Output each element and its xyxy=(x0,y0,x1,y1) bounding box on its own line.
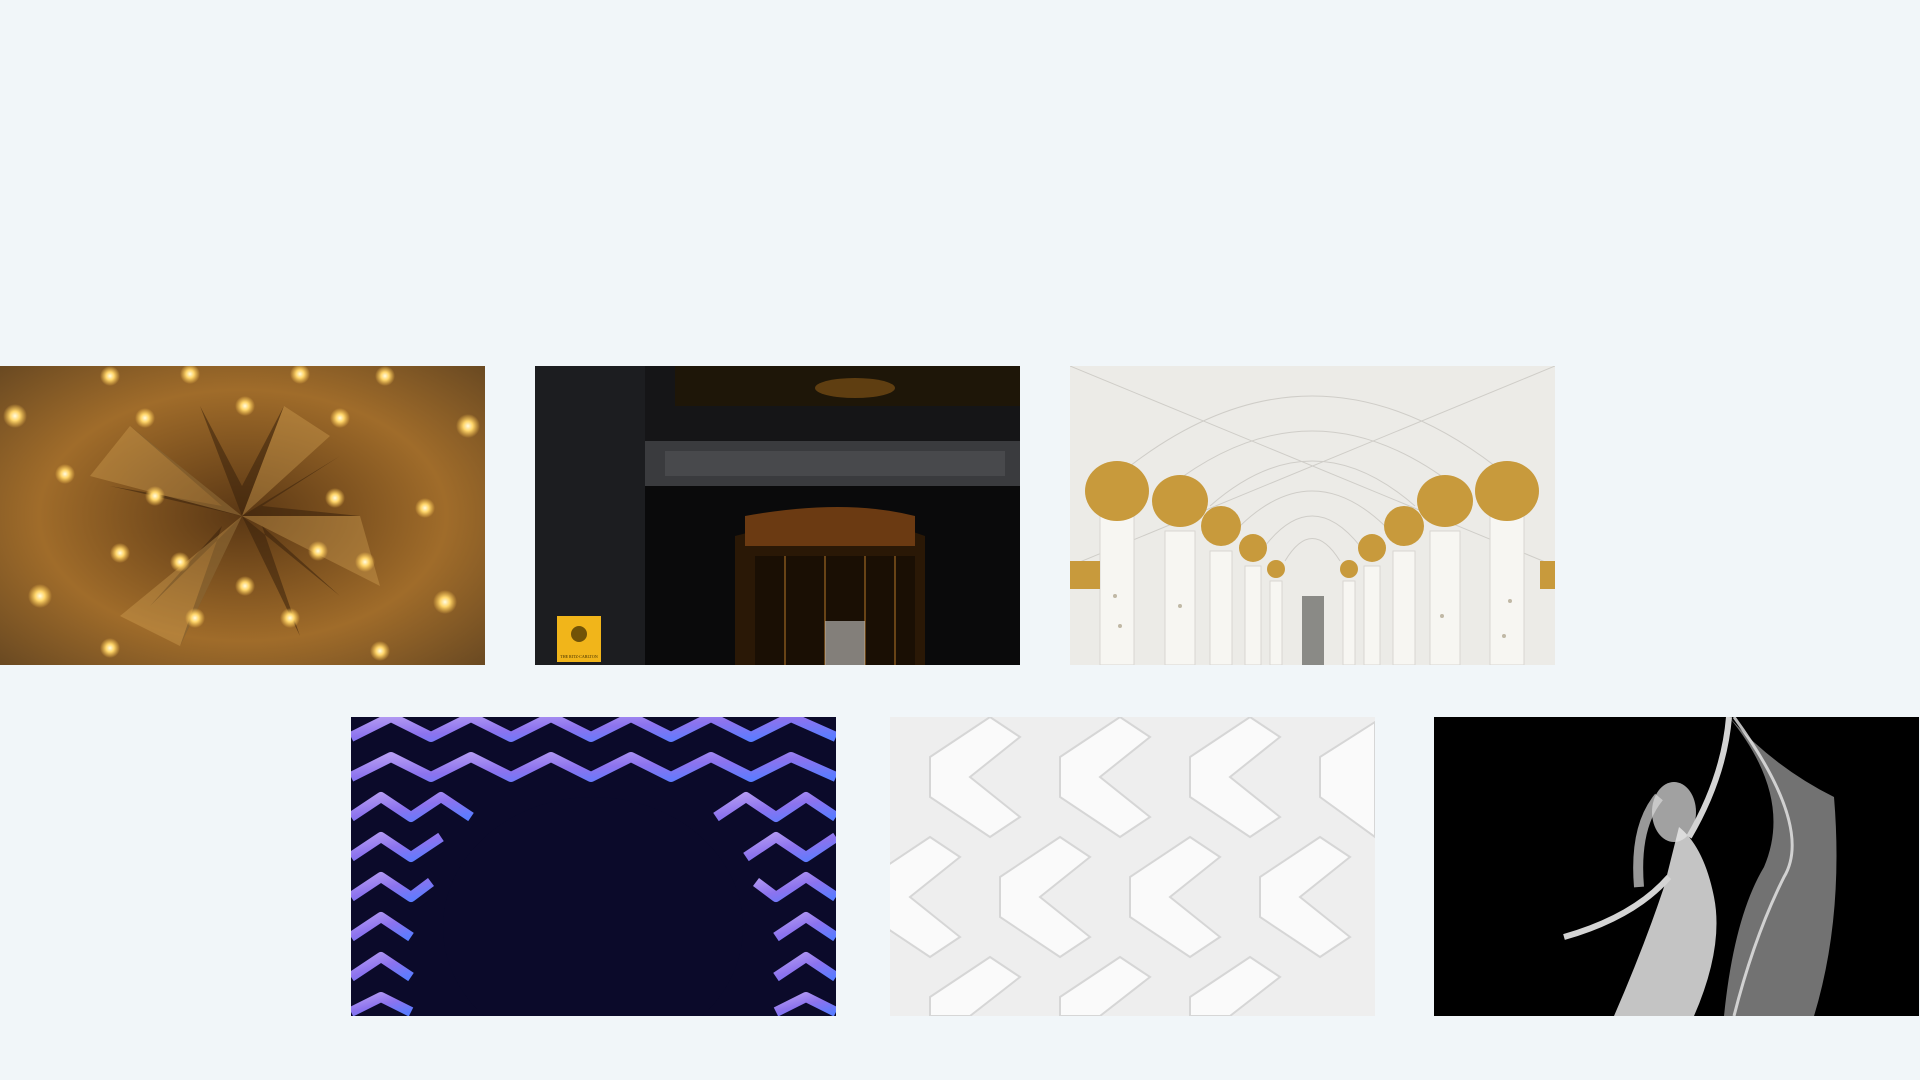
gallery-page: THE RITZ-CARLTON xyxy=(0,0,1920,1080)
gallery-image-white-weave[interactable] xyxy=(890,717,1375,1016)
mosque-arcade-image xyxy=(1070,366,1555,665)
gallery-image-star-ceiling[interactable] xyxy=(0,366,485,665)
gallery-image-dancer[interactable] xyxy=(1434,717,1919,1016)
hotel-entrance-image: THE RITZ-CARLTON xyxy=(535,366,1020,665)
gallery-image-hotel-entrance[interactable]: THE RITZ-CARLTON xyxy=(535,366,1020,665)
star-ceiling-image xyxy=(0,366,485,665)
neon-lattice-image xyxy=(351,717,836,1016)
gallery-image-mosque-arcade[interactable] xyxy=(1070,366,1555,665)
white-weave-image xyxy=(890,717,1375,1016)
hotel-sign-label: THE RITZ-CARLTON xyxy=(560,654,598,659)
gallery-image-neon-lattice[interactable] xyxy=(351,717,836,1016)
dancer-image xyxy=(1434,717,1919,1016)
